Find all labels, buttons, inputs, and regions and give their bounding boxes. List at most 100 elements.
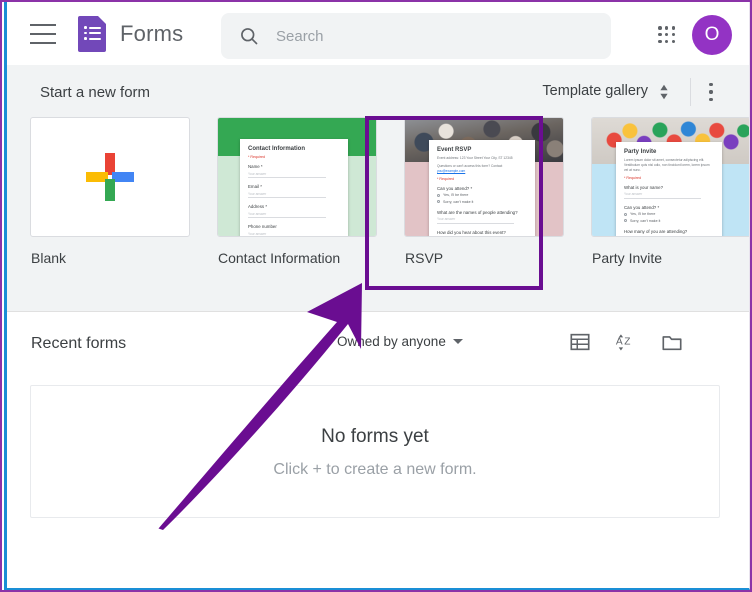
app-header: Forms Search O [7,2,749,65]
preview-question: How did you hear about this event? Websi… [437,229,527,236]
preview-question-label: How did you hear about this event? [437,229,506,235]
preview-radio-option: Yes, I'll be there [437,193,527,197]
svg-text:Z: Z [624,337,630,348]
folder-icon[interactable] [661,331,683,353]
preview-field-underline [248,177,327,178]
avatar[interactable]: O [692,15,732,55]
screenshot-frame: Forms Search O Start a new form Template… [0,0,752,592]
view-controls: A Z [569,331,683,353]
preview-radio-option: Yes, I'll be there [624,212,714,216]
preview-field-placeholder: Your answer [624,236,714,237]
preview-field: Phone number Your answer [248,224,340,236]
empty-state-subtitle: Click + to create a new form. [273,461,477,478]
template-thumb-blank[interactable] [30,117,190,237]
preview-field: Email * Your answer [248,184,340,198]
header-divider [690,78,691,106]
recent-forms-title: Recent forms [31,335,127,352]
preview-question: How many of you are attending? Your answ… [624,228,714,237]
preview-heading: Contact Information [248,146,305,152]
preview-field-underline [437,222,514,224]
preview-field-placeholder: Your answer [248,231,267,236]
chevron-up-down-icon[interactable] [657,83,671,101]
hamburger-menu-icon[interactable] [30,23,56,44]
forms-logo-lines [84,26,101,44]
radio-icon [624,212,627,216]
preview-question: What is your name? Your answer [624,185,714,199]
template-thumb-party-invite[interactable]: Party Invite Lorem ipsum dolor sit amet,… [591,117,749,237]
preview-field-label: Address * [248,204,268,209]
apps-grid-icon[interactable] [658,26,676,44]
forms-logo[interactable]: Forms [78,15,184,52]
preview-radio-option: Sorry, can't make it [437,200,527,204]
template-card-blank[interactable]: Blank [30,117,190,266]
start-new-form-label: Start a new form [40,83,151,101]
thumb-form-preview: Event RSVP Event address: 123 Your Stree… [429,140,535,236]
preview-description: Lorem ipsum dolor sit amet, consectetur … [624,158,710,172]
list-view-icon[interactable] [569,331,591,353]
preview-description-text: Questions or can't access this form? Con… [437,163,503,168]
preview-question-label: Can you attend? * [437,185,473,191]
radio-icon [437,193,440,197]
preview-field-label: Phone number [248,224,277,229]
search-bar[interactable]: Search [221,13,611,59]
template-gallery-link[interactable]: Template gallery [542,83,648,99]
sort-az-icon[interactable]: A Z [615,331,637,353]
thumb-form-preview: Contact Information * Required Name * You… [240,139,348,236]
template-thumb-rsvp[interactable]: Event RSVP Event address: 123 Your Stree… [404,117,564,237]
recent-forms-header: Recent forms Owned by anyone A Z [7,313,749,375]
templates-header: Start a new form Template gallery [7,65,749,119]
template-thumb-contact-information[interactable]: Contact Information * Required Name * You… [217,117,377,237]
preview-question: Can you attend? * Yes, I'll be there Sor… [437,186,527,204]
preview-field-placeholder: Your answer [624,192,643,197]
preview-radio-option: Sorry, can't make it [624,219,714,223]
preview-question-label: What are the names of people attending? [437,209,518,215]
owner-filter-label: Owned by anyone [337,334,446,349]
preview-option-label: Yes, I'll be there [443,193,469,198]
chevron-down-icon [452,339,463,344]
template-card-label: Party Invite [592,250,663,266]
search-icon [241,28,258,45]
template-card-contact-information[interactable]: Contact Information * Required Name * You… [217,117,377,266]
template-card-rsvp[interactable]: Event RSVP Event address: 123 Your Stree… [404,117,564,266]
browser-content: Forms Search O Start a new form Template… [4,2,750,590]
thumb-form-preview: Party Invite Lorem ipsum dolor sit amet,… [616,142,722,237]
template-card-label: Blank [31,250,67,266]
preview-field-underline [248,217,327,218]
preview-field-placeholder: Your answer [248,171,267,176]
preview-question-label: How many of you are attending? [624,228,688,234]
preview-field-placeholder: Your answer [437,217,456,222]
preview-question: What are the names of people attending? … [437,210,527,224]
preview-question: Can you attend? * Yes, I'll be there Sor… [624,205,714,223]
preview-field-label: Email * [248,184,262,189]
radio-icon [437,200,440,204]
preview-description: Event address: 123 Your Street Your City… [437,156,513,160]
preview-option-label: Sorry, can't make it [630,218,661,223]
preview-question-label: Can you attend? * [624,204,660,210]
kebab-menu-icon[interactable] [702,81,720,103]
preview-field-label: Name * [248,164,263,169]
forms-logo-icon [78,15,106,52]
svg-text:A: A [616,337,623,348]
template-card-party-invite[interactable]: Party Invite Lorem ipsum dolor sit amet,… [591,117,749,266]
preview-question-label: What is your name? [624,184,664,190]
preview-option-label: Yes, I'll be there [630,212,656,217]
template-card-label: RSVP [405,250,444,266]
owner-filter-dropdown[interactable]: Owned by anyone [337,334,463,349]
preview-contact-link[interactable]: you@example.com [437,169,465,173]
template-card-label: Contact Information [218,250,341,266]
brand-title: Forms [120,20,184,46]
preview-description-2: Questions or can't access this form? Con… [437,164,527,174]
preview-required-note: * Required [248,155,265,159]
search-input-placeholder[interactable]: Search [276,28,324,45]
preview-field: Address * Your answer [248,204,340,218]
empty-state-title: No forms yet [321,426,429,447]
preview-field: Name * Your answer [248,164,340,178]
preview-field-underline [624,197,701,199]
preview-field-placeholder: Your answer [248,211,267,216]
preview-required-note: * Required [437,176,454,181]
recent-forms-empty-panel: No forms yet Click + to create a new for… [30,385,720,518]
preview-required-note: * Required [624,175,641,180]
preview-field-underline [248,197,327,198]
preview-heading: Party Invite [624,149,657,155]
template-cards-row: Blank Contact Information * Required Nam… [30,117,749,266]
